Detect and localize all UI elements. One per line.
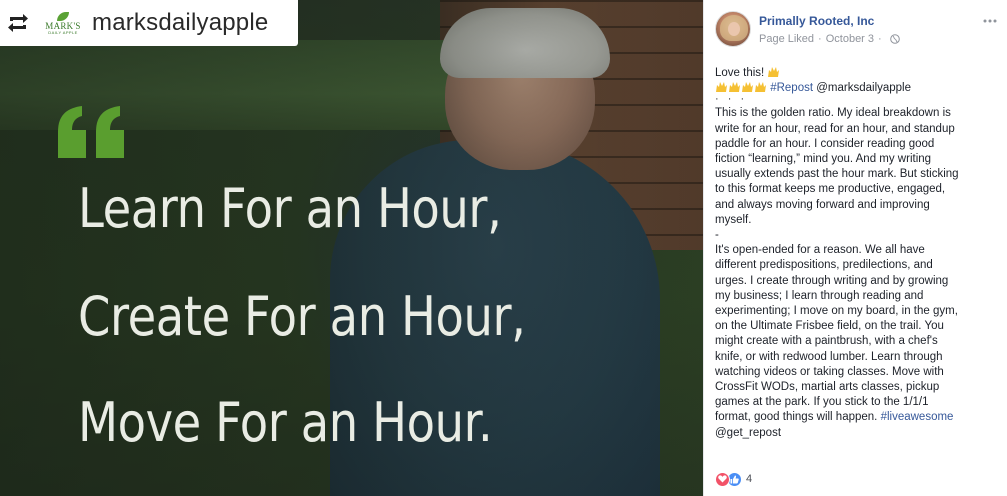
quote-line-create: Create For an Hour, [78, 285, 526, 348]
repost-icon [0, 0, 36, 46]
hashtag-repost-link[interactable]: #Repost [770, 82, 813, 94]
post-line: write for an hour, read for an hour, and… [715, 122, 955, 135]
post-line: This is the golden ratio. My ideal break… [715, 107, 951, 120]
repost-header: MARK'S DAILY APPLE marksdailyapple [0, 0, 298, 46]
raised-hands-emoji-icon [715, 81, 728, 93]
post-line: @get_repost [715, 426, 782, 439]
post-line: format, good things will happen. #liveaw… [715, 411, 954, 424]
post-line: on the Ultimate Frisbee field, on the tr… [715, 320, 944, 333]
page-name-link[interactable]: Primally Rooted, Inc [759, 14, 874, 28]
avatar[interactable] [715, 11, 751, 47]
repost-account-name: marksdailyapple [92, 9, 269, 36]
post-line: to this format keeps me productive, enga… [715, 183, 946, 196]
meta-separator: · [818, 33, 822, 45]
post-line: fiction “learning,” mind you. And my wri… [715, 153, 932, 166]
post-text: Love this! #Repost @marksdailyapple · · … [715, 66, 991, 441]
hashtag-liveawesome-link[interactable]: #liveawesome [881, 411, 954, 423]
post-line: might create with a paintbrush, with a c… [715, 335, 938, 348]
post-line: myself. [715, 213, 752, 226]
love-icon [715, 471, 730, 487]
post-line: Love this! [715, 66, 991, 81]
post-line: games at the park. If you stick to the 1… [715, 396, 929, 409]
post-line: - [715, 229, 719, 242]
post-line: It's open-ended for a reason. We all hav… [715, 244, 925, 257]
dot-separator: · · · [715, 93, 748, 106]
raised-hands-emoji-icon [767, 66, 780, 78]
globe-icon[interactable] [889, 34, 900, 44]
post-line: my business; I learn through reading and [715, 289, 924, 302]
raised-hands-emoji-icon [754, 81, 767, 93]
post-line: #Repost @marksdailyapple [715, 81, 991, 96]
post-date-link[interactable]: October 3 [826, 33, 874, 45]
post-line: paddle for an hour. I consider reading g… [715, 137, 935, 150]
post-line: urges. I create through writing and by g… [715, 274, 949, 287]
reaction-count: 4 [746, 473, 753, 485]
more-options-icon[interactable] [982, 13, 998, 29]
page-liked-status: Page Liked [759, 33, 815, 45]
quote-line-learn: Learn For an Hour, [78, 177, 502, 240]
post-header: Primally Rooted, Inc Page Liked · Octobe… [715, 11, 1000, 51]
post-line: watching videos or taking classes. Move … [715, 365, 944, 378]
post-line: experimenting; I move on my board, in th… [715, 305, 958, 318]
post-line: and always moving forward and improving [715, 198, 930, 211]
post-line: usually extends past the hour mark. But … [715, 168, 959, 181]
post-line: CrossFit WODs, martial arts classes, pic… [715, 381, 940, 394]
meta-separator: · [878, 33, 882, 45]
reactions-summary[interactable]: 4 [715, 470, 752, 488]
quote-mark-icon [56, 104, 128, 160]
post-meta: Page Liked · October 3 · [759, 33, 900, 45]
quote-line-move: Move For an Hour. [78, 391, 493, 454]
post-line: different predispositions, predilections… [715, 259, 933, 272]
post-line: knife, or with redwood lumber. Learn thr… [715, 350, 943, 363]
post-photo[interactable]: MARK'S DAILY APPLE marksdailyapple Learn… [0, 0, 703, 496]
post-sidebar: Primally Rooted, Inc Page Liked · Octobe… [703, 0, 1007, 496]
raised-hands-emoji-icon [741, 81, 754, 93]
apple-leaf-logo: MARK'S DAILY APPLE [45, 8, 80, 38]
raised-hands-emoji-icon [728, 81, 741, 93]
